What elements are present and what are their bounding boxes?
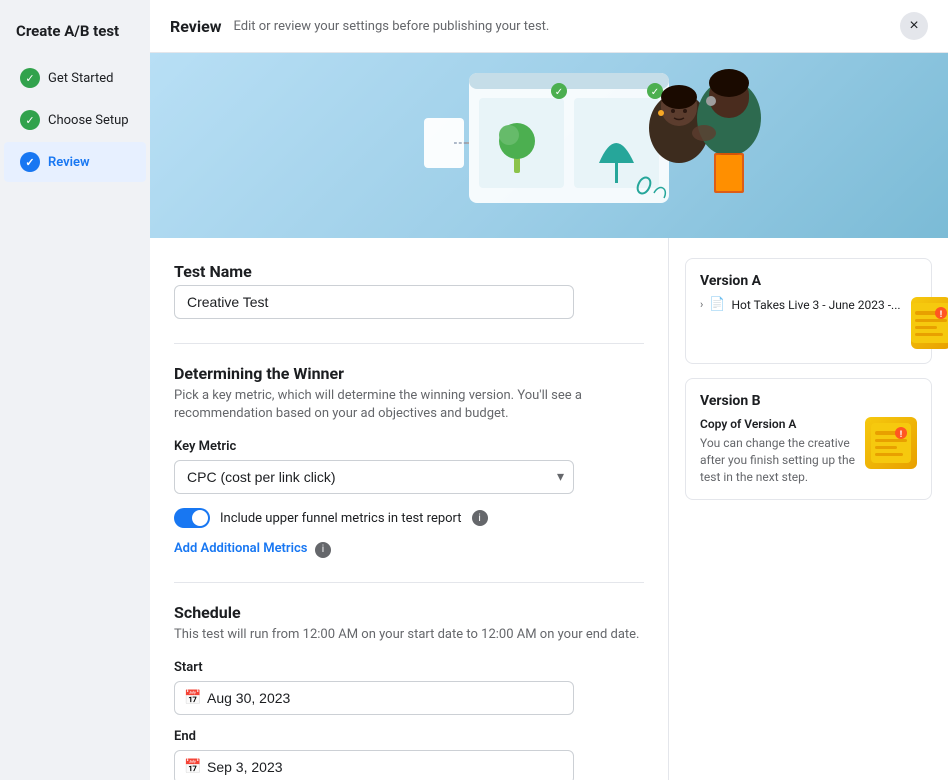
svg-text:✓: ✓	[651, 87, 659, 98]
winner-subtitle: Pick a key metric, which will determine …	[174, 387, 644, 423]
content-area: Test Name Determining the Winner Pick a …	[150, 238, 948, 780]
chevron-right-icon: ›	[700, 298, 703, 311]
version-b-card: Version B Copy of Version A You can chan…	[685, 378, 932, 500]
content-left: Test Name Determining the Winner Pick a …	[150, 238, 668, 780]
divider-1	[174, 343, 644, 344]
sidebar-item-get-started[interactable]: ✓ Get Started	[4, 58, 146, 98]
version-a-name: Hot Takes Live 3 - June 2023 -...	[732, 298, 901, 312]
version-a-inner: › 📄 Hot Takes Live 3 - June 2023 -...	[700, 297, 917, 349]
key-metric-label: Key Metric	[174, 439, 644, 454]
end-date-input[interactable]	[174, 750, 574, 780]
start-date-input[interactable]	[174, 681, 574, 715]
winner-group: Determining the Winner Pick a key metric…	[174, 364, 644, 558]
version-b-inner: Copy of Version A You can change the cre…	[700, 417, 917, 485]
key-metric-select-wrapper: CPC (cost per link click) CPM (cost per …	[174, 460, 574, 494]
start-calendar-icon: 📅	[184, 690, 201, 706]
header-subtitle: Edit or review your settings before publ…	[234, 19, 888, 34]
version-b-description: You can change the creative after you fi…	[700, 435, 855, 485]
version-a-title: Version A	[700, 273, 917, 289]
banner-image: ✓ ✓	[150, 53, 948, 238]
test-name-title: Test Name	[174, 262, 644, 281]
schedule-description: This test will run from 12:00 AM on your…	[174, 626, 644, 644]
key-metric-select[interactable]: CPC (cost per link click) CPM (cost per …	[174, 460, 574, 494]
version-b-content: Copy of Version A You can change the cre…	[700, 417, 855, 485]
version-a-thumbnail: !	[911, 297, 948, 349]
choose-setup-check-icon: ✓	[20, 110, 40, 130]
add-metrics-link[interactable]: Add Additional Metrics	[174, 541, 307, 556]
add-metrics-row: Add Additional Metrics i	[174, 540, 644, 558]
upper-funnel-label: Include upper funnel metrics in test rep…	[220, 511, 462, 526]
review-check-icon: ✓	[20, 152, 40, 172]
toggle-row-upper-funnel: Include upper funnel metrics in test rep…	[174, 508, 644, 558]
version-a-card: Version A › 📄 Hot Takes Live 3 - June 20…	[685, 258, 932, 364]
start-date-wrapper: 📅	[174, 681, 574, 715]
svg-text:✓: ✓	[555, 87, 563, 98]
start-label: Start	[174, 660, 644, 675]
test-name-input[interactable]	[174, 285, 574, 319]
sidebar-title: Create A/B test	[0, 12, 150, 56]
svg-text:!: !	[900, 430, 902, 440]
schedule-title: Schedule	[174, 603, 644, 622]
divider-2	[174, 582, 644, 583]
upper-funnel-info-icon[interactable]: i	[472, 510, 488, 526]
version-a-item[interactable]: › 📄 Hot Takes Live 3 - June 2023 -...	[700, 297, 901, 312]
winner-title: Determining the Winner	[174, 364, 644, 383]
end-label: End	[174, 729, 644, 744]
end-calendar-icon: 📅	[184, 759, 201, 775]
svg-text:!: !	[939, 310, 941, 320]
banner-illustration: ✓ ✓	[150, 53, 948, 238]
sidebar-item-review[interactable]: ✓ Review	[4, 142, 146, 182]
sidebar-item-label: Review	[48, 155, 90, 170]
content-right: Version A › 📄 Hot Takes Live 3 - June 20…	[668, 238, 948, 780]
schedule-group: Schedule This test will run from 12:00 A…	[174, 603, 644, 780]
upper-funnel-toggle[interactable]	[174, 508, 210, 528]
end-date-wrapper: 📅	[174, 750, 574, 780]
version-a-content: › 📄 Hot Takes Live 3 - June 2023 -...	[700, 297, 901, 312]
header: Review Edit or review your settings befo…	[150, 0, 948, 53]
version-b-thumbnail: !	[865, 417, 917, 469]
upper-funnel-toggle-row: Include upper funnel metrics in test rep…	[174, 508, 644, 528]
add-metrics-info-icon[interactable]: i	[315, 542, 331, 558]
doc-icon: 📄	[709, 297, 725, 312]
version-b-subtitle: Copy of Version A	[700, 417, 855, 431]
sidebar: Create A/B test ✓ Get Started ✓ Choose S…	[0, 0, 150, 780]
test-name-group: Test Name	[174, 262, 644, 319]
version-b-title: Version B	[700, 393, 917, 409]
close-button[interactable]: ×	[900, 12, 928, 40]
main-panel: Review Edit or review your settings befo…	[150, 0, 948, 780]
sidebar-item-label: Get Started	[48, 71, 113, 86]
sidebar-item-choose-setup[interactable]: ✓ Choose Setup	[4, 100, 146, 140]
sidebar-item-label: Choose Setup	[48, 113, 129, 128]
get-started-check-icon: ✓	[20, 68, 40, 88]
header-title: Review	[170, 17, 222, 36]
